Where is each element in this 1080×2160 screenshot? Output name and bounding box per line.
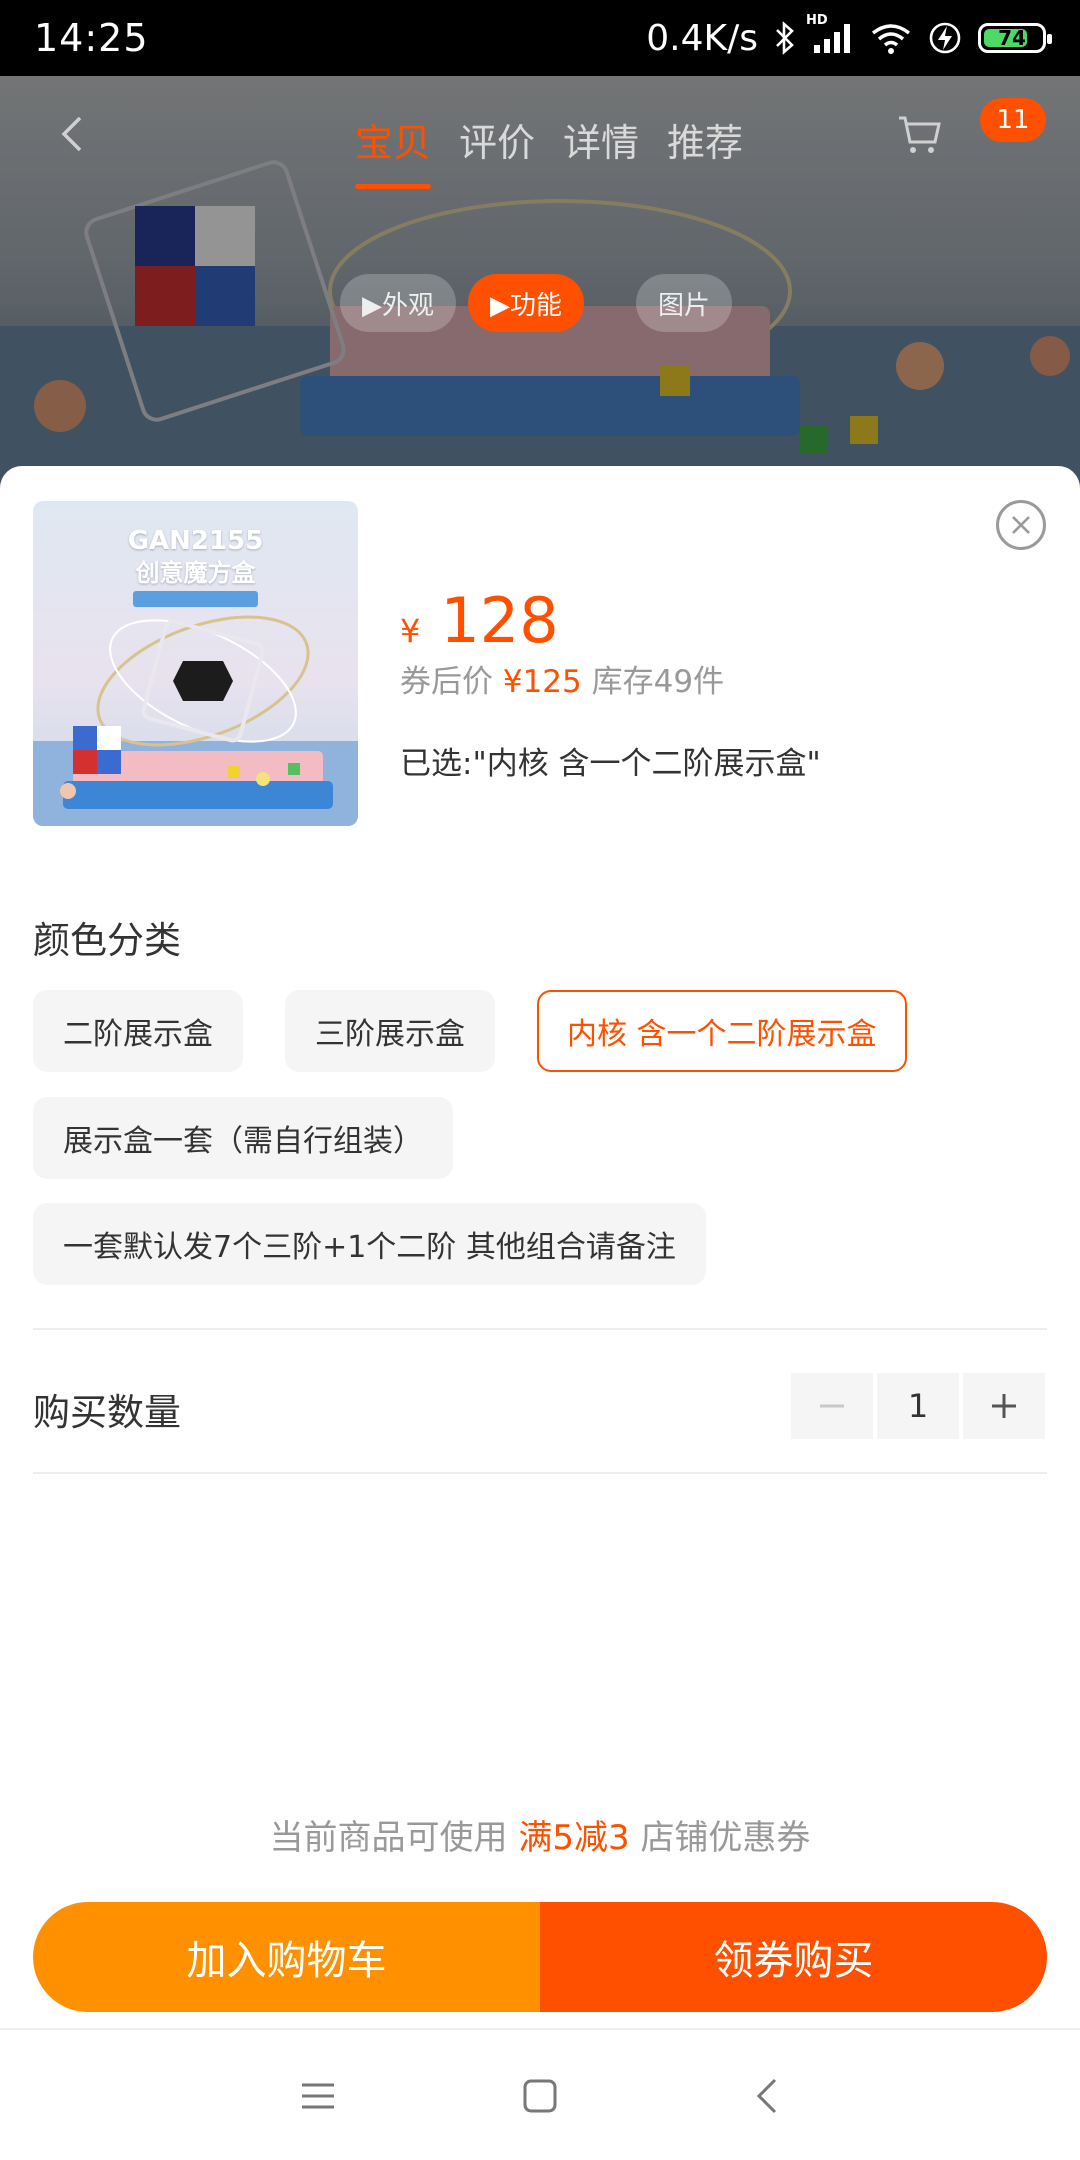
variant-option[interactable]: 一套默认发7个三阶+1个二阶 其他组合请备注 xyxy=(33,1203,706,1285)
decrement-button[interactable] xyxy=(791,1373,873,1439)
variant-option[interactable]: 二阶展示盒 xyxy=(33,990,243,1072)
top-nav: 宝贝 评价 详情 推荐 11 xyxy=(0,76,1080,196)
thumbnail-title-line1: GAN2155 xyxy=(127,526,264,556)
network-speed: 0.4K/s xyxy=(646,17,758,59)
promo-highlight: 满5减3 xyxy=(518,1818,630,1858)
promo-suffix: 店铺优惠券 xyxy=(640,1818,811,1858)
variant-option-selected[interactable]: 内核 含一个二阶展示盒 xyxy=(537,990,907,1072)
status-time: 14:25 xyxy=(34,16,149,60)
status-icons: 0.4K/s HD 74 xyxy=(646,13,1052,59)
cart-icon[interactable] xyxy=(895,110,943,158)
media-tabs: ▶外观 ▶功能 图片 xyxy=(340,274,733,332)
product-thumbnail[interactable]: GAN2155 创意魔方盒 xyxy=(33,501,358,826)
tab-reviews[interactable]: 评价 xyxy=(459,112,535,167)
media-tab-images[interactable]: 图片 xyxy=(636,274,733,332)
currency-symbol: ¥ xyxy=(400,612,421,650)
bluetooth-icon xyxy=(774,21,796,55)
wifi-icon xyxy=(870,21,912,55)
divider xyxy=(33,1328,1047,1330)
back-icon[interactable] xyxy=(744,2072,792,2120)
divider xyxy=(33,1472,1047,1474)
promo-prefix: 当前商品可使用 xyxy=(269,1818,508,1858)
battery-percent: 74 xyxy=(998,26,1026,50)
sku-selection-sheet: GAN2155 创意魔方盒 ¥ 128 券后价 ¥125 库存49件 已选:"内… xyxy=(0,466,1080,2028)
price-row: ¥ 128 xyxy=(400,584,559,657)
store-coupon-notice: 当前商品可使用 满5减3 店铺优惠券 xyxy=(0,1810,1080,1859)
thumbnail-tag xyxy=(133,591,258,607)
stock-count: 库存49件 xyxy=(591,664,725,700)
cart-count-badge: 11 xyxy=(980,98,1046,142)
tab-details[interactable]: 详情 xyxy=(563,112,639,167)
thumbnail-title: GAN2155 创意魔方盒 xyxy=(33,525,358,589)
status-bar: 14:25 0.4K/s HD 74 xyxy=(0,0,1080,76)
media-tab-function[interactable]: ▶功能 xyxy=(468,274,584,332)
variant-section-title: 颜色分类 xyxy=(33,919,181,962)
menu-icon[interactable] xyxy=(294,2072,342,2120)
coupon-price-row: 券后价 ¥125 库存49件 xyxy=(400,656,724,701)
quantity-stepper: 1 xyxy=(791,1373,1045,1439)
system-navigation-bar xyxy=(0,2028,1080,2160)
product-page-backdrop[interactable]: 宝贝 评价 详情 推荐 11 ▶外观 ▶功能 图片 xyxy=(0,76,1080,496)
coupon-label: 券后价 xyxy=(400,664,493,700)
battery-icon: 74 xyxy=(978,23,1052,53)
action-bar: 加入购物车 领券购买 xyxy=(33,1902,1047,2012)
media-tab-appearance[interactable]: ▶外观 xyxy=(340,274,456,332)
back-arrow-icon[interactable] xyxy=(52,114,92,154)
signal-icon: HD xyxy=(806,13,854,55)
nav-tabs: 宝贝 评价 详情 推荐 xyxy=(355,112,743,189)
minus-icon xyxy=(820,1404,844,1408)
price-value: 128 xyxy=(440,584,559,657)
tab-recommend[interactable]: 推荐 xyxy=(667,112,743,167)
tab-item[interactable]: 宝贝 xyxy=(355,112,432,189)
variant-option[interactable]: 展示盒一套（需自行组装） xyxy=(33,1097,453,1179)
buy-with-coupon-button[interactable]: 领券购买 xyxy=(540,1902,1047,2012)
signal-hd-label: HD xyxy=(806,13,828,28)
selected-variant-text: 已选:"内核 含一个二阶展示盒" xyxy=(400,746,821,782)
plus-icon xyxy=(992,1394,1016,1418)
home-icon[interactable] xyxy=(516,2072,564,2120)
quantity-label: 购买数量 xyxy=(33,1391,181,1434)
add-to-cart-button[interactable]: 加入购物车 xyxy=(33,1902,540,2012)
increment-button[interactable] xyxy=(963,1373,1045,1439)
thumbnail-title-line2: 创意魔方盒 xyxy=(135,559,256,587)
coupon-price: ¥125 xyxy=(502,664,582,700)
quantity-value[interactable]: 1 xyxy=(877,1373,959,1439)
charging-icon xyxy=(928,21,962,55)
close-button[interactable] xyxy=(996,500,1046,550)
variant-option[interactable]: 三阶展示盒 xyxy=(285,990,495,1072)
close-icon xyxy=(1012,516,1030,534)
